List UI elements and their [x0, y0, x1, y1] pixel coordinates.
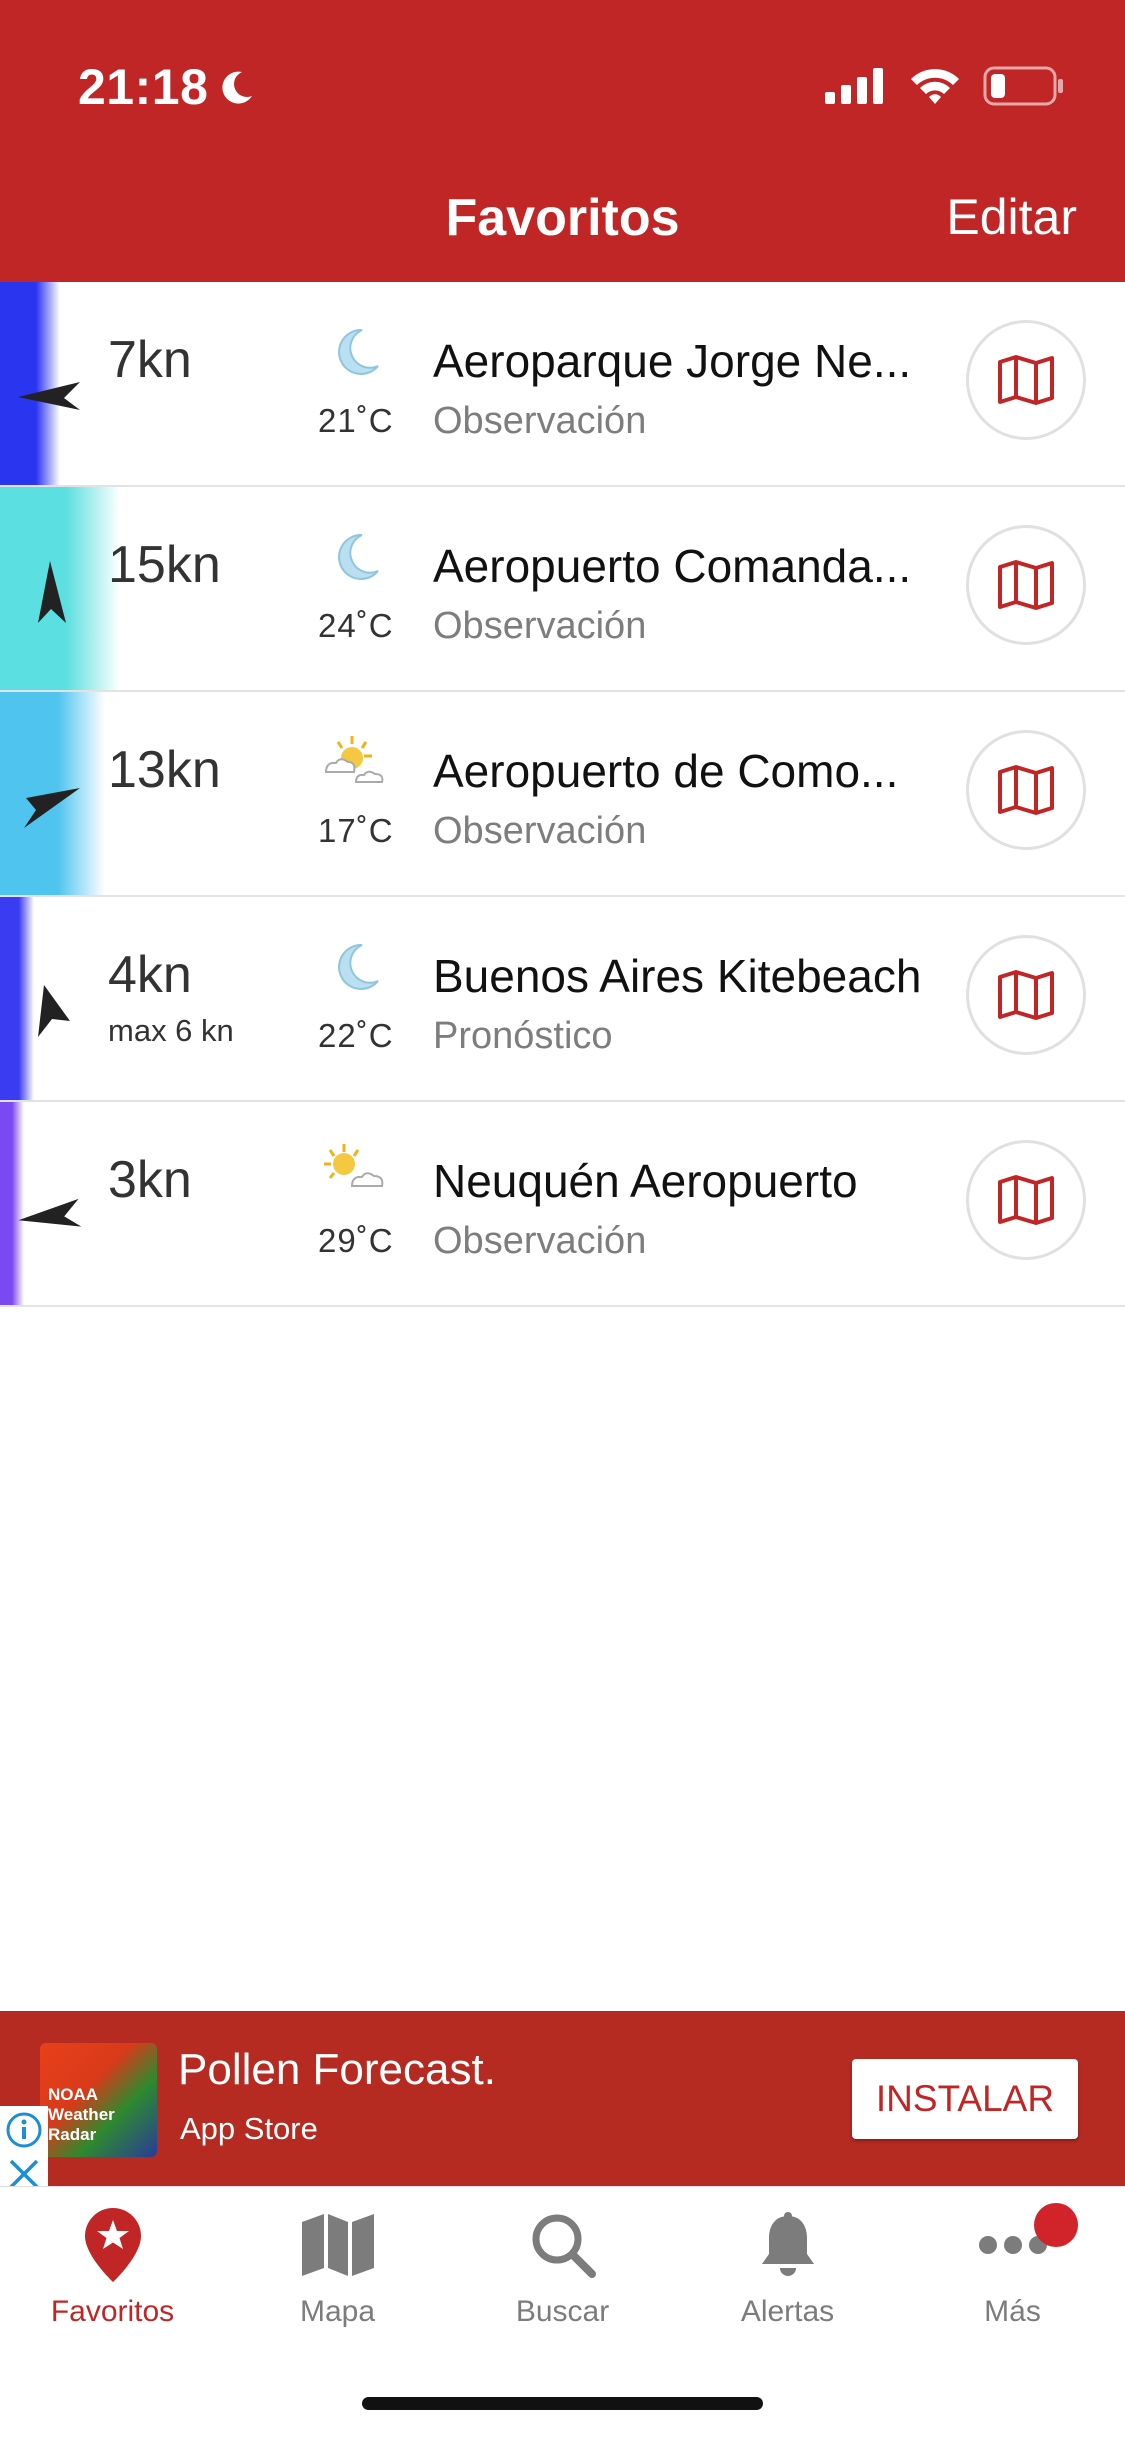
map-button[interactable]	[966, 525, 1086, 645]
station-name: Aeropuerto Comanda...	[433, 540, 912, 592]
favorite-row[interactable]: 4kn max 6 kn 22˚C Buenos Aires Kitebeach…	[0, 897, 1125, 1102]
tab-favoritos[interactable]: Favoritos	[0, 2205, 225, 2355]
map-icon	[998, 1175, 1054, 1225]
map-icon	[998, 355, 1054, 405]
partly-cloudy-icon	[324, 1144, 384, 1187]
edit-button[interactable]: Editar	[946, 188, 1077, 246]
temperature: 24˚C	[318, 607, 394, 644]
tab-buscar[interactable]: Buscar	[450, 2205, 675, 2355]
ad-info-panel[interactable]	[0, 2106, 48, 2196]
tab-label: Alertas	[740, 2295, 835, 2328]
partly-cloudy-icon	[324, 736, 384, 783]
station-type: Observación	[433, 810, 647, 852]
info-icon[interactable]	[4, 2110, 44, 2150]
station-name: Neuquén Aeropuerto	[433, 1155, 858, 1207]
tab-mas[interactable]: Más	[900, 2203, 1125, 2355]
map-button[interactable]	[966, 730, 1086, 850]
more-icon	[978, 2236, 1047, 2254]
ad-subtitle: App Store	[180, 2111, 318, 2146]
moon-icon	[338, 943, 379, 990]
station-name: Aeroparque Jorge Ne...	[433, 335, 912, 387]
temperature: 17˚C	[318, 812, 394, 849]
station-name: Buenos Aires Kitebeach	[433, 950, 922, 1002]
temperature: 29˚C	[318, 1222, 394, 1259]
map-icon	[998, 560, 1054, 610]
wind-max: max 6 kn	[108, 1013, 234, 1048]
battery-icon	[983, 66, 1063, 106]
map-icon	[998, 970, 1054, 1020]
temperature: 21˚C	[318, 402, 394, 439]
ad-image-text: NOAA Weather Radar	[48, 2085, 115, 2144]
map-icon	[301, 2214, 374, 2276]
favorite-row[interactable]: 15kn 24˚C Aeropuerto Comanda... Observac…	[0, 487, 1125, 692]
wind-speed: 3kn	[108, 1151, 192, 1209]
install-button[interactable]: INSTALAR	[852, 2059, 1078, 2139]
signal-icon	[825, 68, 883, 104]
tab-label: Más	[984, 2295, 1041, 2328]
map-button[interactable]	[966, 1140, 1086, 1260]
ad-banner[interactable]: NOAA Weather Radar Pollen Forecast. App …	[0, 2011, 1125, 2196]
station-type: Observación	[433, 605, 647, 647]
search-icon	[532, 2214, 596, 2278]
station-type: Observación	[433, 1220, 647, 1262]
station-type: Observación	[433, 400, 647, 442]
star-pin-icon	[84, 2208, 141, 2282]
favorite-row[interactable]: 3kn 29˚C Neuquén Aeropuerto Observación	[0, 1102, 1125, 1307]
map-icon	[998, 765, 1054, 815]
wifi-icon	[911, 69, 959, 104]
tab-bar: Favoritos Mapa Buscar Alertas Más	[0, 2186, 1125, 2437]
home-indicator	[362, 2397, 763, 2410]
favorite-row[interactable]: 13kn 17˚C Aeropuerto de Como... Observac…	[0, 692, 1125, 897]
moon-icon	[338, 533, 379, 580]
station-name: Aeropuerto de Como...	[433, 745, 899, 797]
tab-label: Favoritos	[50, 2295, 175, 2328]
wind-speed: 7kn	[108, 331, 192, 389]
status-time: 21:18	[78, 59, 209, 115]
tab-mapa[interactable]: Mapa	[225, 2205, 450, 2355]
ad-title: Pollen Forecast.	[178, 2045, 496, 2094]
favorite-row[interactable]: 7kn 21˚C Aeroparque Jorge Ne... Observac…	[0, 282, 1125, 487]
wind-direction-arrow-icon	[18, 1198, 82, 1227]
wind-speed: 13kn	[108, 741, 221, 799]
wind-direction-arrow-icon	[18, 382, 80, 410]
wind-speed: 4kn	[108, 946, 192, 1004]
ad-app-image: NOAA Weather Radar	[40, 2043, 157, 2157]
wind-direction-arrow-icon	[38, 985, 70, 1037]
favorites-list: 7kn 21˚C Aeroparque Jorge Ne... Observac…	[0, 282, 1125, 1307]
tab-alertas[interactable]: Alertas	[675, 2205, 900, 2355]
bell-icon	[761, 2212, 814, 2276]
wind-speed: 15kn	[108, 536, 221, 594]
header: 21:18 Favoritos Editar	[0, 0, 1125, 282]
map-button[interactable]	[966, 320, 1086, 440]
temperature: 22˚C	[318, 1017, 394, 1054]
notification-badge	[1034, 2203, 1078, 2247]
status-icons	[825, 66, 1065, 106]
wind-direction-arrow-icon	[38, 561, 66, 623]
station-type: Pronóstico	[433, 1015, 613, 1057]
tab-label: Buscar	[515, 2295, 610, 2328]
focus-moon-icon	[222, 71, 252, 104]
moon-icon	[338, 328, 379, 375]
tab-label: Mapa	[299, 2295, 376, 2328]
map-button[interactable]	[966, 935, 1086, 1055]
wind-direction-arrow-icon	[24, 788, 80, 828]
